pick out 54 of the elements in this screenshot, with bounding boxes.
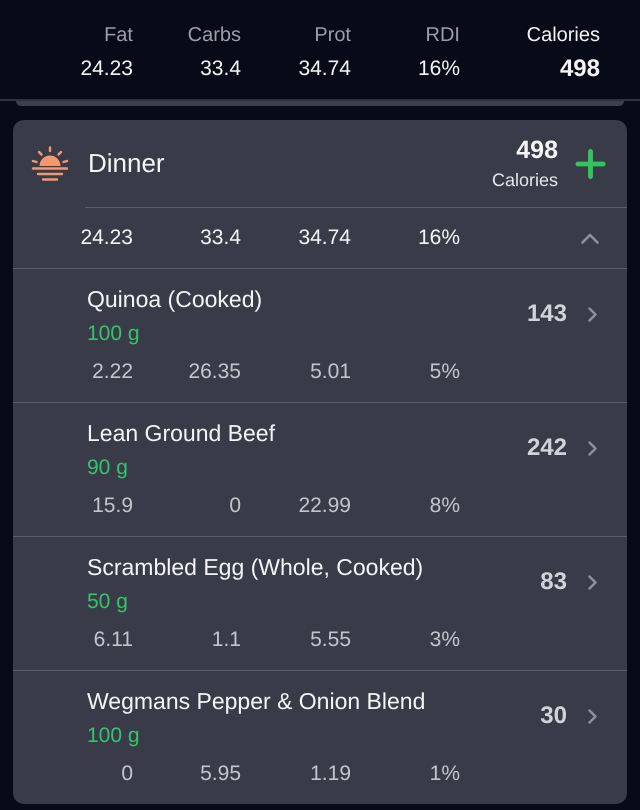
food-name[interactable]: Quinoa (Cooked) [87, 285, 262, 313]
meal-calories: 498 [516, 136, 558, 164]
macro-value: 5.01 [309, 359, 351, 385]
macro-value: 5.95 [199, 761, 241, 787]
food-amount: 100 g [87, 723, 140, 749]
food-amount: 100 g [87, 321, 140, 347]
food-amount: 50 g [87, 589, 128, 615]
macro-value: 15.9 [91, 493, 133, 519]
sunset-icon [31, 146, 69, 182]
macro-value: 1% [428, 761, 460, 787]
macro-value: 5.55 [309, 627, 351, 653]
meal-title: Dinner [88, 148, 166, 179]
total-value: 33.4 [199, 225, 241, 251]
food-name[interactable]: Wegmans Pepper & Onion Blend [87, 687, 426, 715]
chevron-right-icon[interactable] [588, 306, 597, 322]
column-value: 34.74 [297, 56, 351, 82]
column-label: RDI [424, 23, 460, 48]
column-label: Fat [103, 23, 133, 48]
chevron-up-icon [581, 232, 599, 244]
calories-label: Calories [492, 168, 558, 192]
food-name[interactable]: Lean Ground Beef [87, 419, 275, 447]
food-amount: 90 g [87, 455, 128, 481]
column-value: 24.23 [79, 56, 133, 82]
column-value: 16% [416, 56, 460, 82]
column-label: Carbs [186, 23, 241, 48]
macro-value: 8% [428, 493, 460, 519]
macro-value: 2.22 [91, 359, 133, 385]
chevron-right-icon[interactable] [588, 440, 597, 456]
column-label: Calories [526, 23, 600, 48]
column-label: Prot [313, 23, 351, 48]
macro-value: 5% [428, 359, 460, 385]
total-value: 34.74 [297, 225, 351, 251]
macro-value: 6.11 [92, 627, 133, 653]
total-value: 16% [416, 225, 460, 251]
macro-value: 0 [120, 761, 133, 787]
total-value: 24.23 [79, 225, 133, 251]
plus-icon [575, 148, 606, 180]
food-calories: 242 [526, 433, 567, 463]
macro-value: 3% [428, 627, 460, 653]
column-value: 498 [558, 55, 600, 83]
food-name[interactable]: Scrambled Egg (Whole, Cooked) [87, 553, 424, 581]
food-calories: 30 [540, 701, 567, 731]
collapse-button[interactable] [581, 232, 599, 244]
chevron-right-icon[interactable] [588, 574, 597, 590]
macro-value: 1.1 [210, 627, 241, 653]
column-value: 33.4 [199, 56, 241, 82]
add-button[interactable] [575, 148, 606, 180]
macro-value: 26.35 [187, 359, 241, 385]
macro-value: 0 [228, 493, 241, 519]
macro-value: 22.99 [297, 493, 351, 519]
food-calories: 143 [526, 299, 567, 329]
macro-value: 1.19 [309, 761, 351, 787]
food-calories: 83 [540, 567, 567, 597]
chevron-right-icon[interactable] [588, 708, 597, 724]
